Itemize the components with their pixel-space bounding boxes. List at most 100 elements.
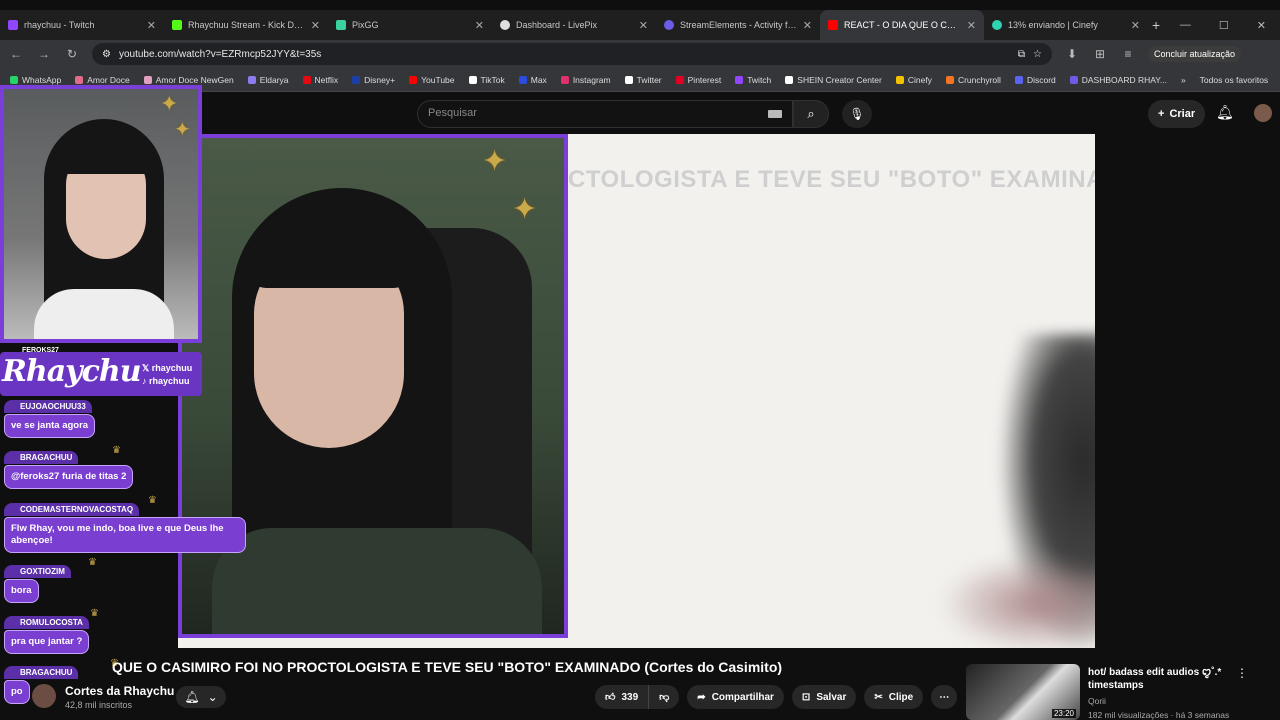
close-icon[interactable]: ✕ [803,19,812,32]
bookmark-favicon-icon [675,75,684,84]
brand-logo: Rhaychu [2,354,142,389]
pixgg-favicon-icon [336,20,346,30]
bookmark-item[interactable]: Twitch [735,75,771,85]
chat-username: BRAGACHUU [4,666,79,679]
chat-username: GOXTIOZIM [4,565,71,578]
install-app-icon[interactable]: ⧉ [1018,49,1025,60]
maximize-icon[interactable]: ☐ [1219,19,1229,32]
search-icon: ⌕ [807,106,815,121]
bookmark-favicon-icon [75,75,84,84]
chat-username: BRAGACHUU [4,451,79,464]
bookmark-item[interactable]: Amor Doce [75,75,130,85]
tiktok-handle: ♪ rhaychuu [142,376,190,386]
bookmark-favicon-icon [735,75,744,84]
bookmark-item[interactable]: WhatsApp [10,75,61,85]
minimize-icon[interactable]: — [1180,19,1191,31]
url-field[interactable]: ⚙ youtube.com/watch?v=EZRmcp52JYY&t=35s … [92,43,1052,65]
save-label: Salvar [816,691,847,703]
bookmark-item[interactable]: Max [518,74,547,85]
more-options-icon[interactable]: ⋮ [1236,666,1248,680]
thumbs-down-icon: 👎︎ [659,692,670,703]
create-button[interactable]: + Criar [1148,100,1206,128]
bookmark-label: Crunchyroll [957,74,1001,85]
channel-name[interactable]: Cortes da Rhaychu [65,684,174,698]
tab-kick[interactable]: Rhaychuu Stream - Kick Dashbo ✕ [164,10,328,40]
tab-livepix[interactable]: Dashboard - LivePix ✕ [492,10,656,40]
notifications-bell-icon[interactable]: 🔔︎ [1216,104,1234,121]
bookmark-favicon-icon [624,75,633,84]
bookmark-label: Discord [1026,74,1056,85]
bookmark-label: Pinterest [687,74,722,85]
bookmarks-overflow-icon[interactable]: » [1181,75,1186,85]
chat-message: CODEMASTERNOVACOSTAQ ♛ Flw Rhay, vou me … [4,495,246,553]
bookmark-item[interactable]: Netflix [302,75,338,85]
download-icon[interactable]: ⬇ [1064,47,1080,61]
channel-avatar[interactable] [32,684,56,708]
close-icon[interactable]: ✕ [475,19,484,32]
reload-icon[interactable]: ↻ [64,47,80,61]
close-icon[interactable]: ✕ [147,19,156,32]
social-handles: 𝕏 rhaychuu ♪ rhaychuu [142,362,192,388]
subscription-bell-button[interactable]: 🔔︎ ⌄ [176,686,226,708]
close-icon[interactable]: ✕ [639,19,648,32]
bookmark-item[interactable]: Cinefy [895,75,932,85]
share-button[interactable]: ➦ Compartilhar [687,685,784,709]
tab-twitch[interactable]: rhaychuu - Twitch ✕ [0,10,164,40]
all-bookmarks-folder[interactable]: Todos os favoritos [1200,75,1269,85]
bookmark-label: Max [530,74,547,85]
star-sticker-icon: ✦ [160,91,179,116]
bookmark-item[interactable]: TikTok [468,75,505,85]
bookmark-item[interactable]: Twitter [624,75,662,85]
bookmark-label: YouTube [421,74,455,85]
bookmark-item[interactable]: Instagram [560,75,611,85]
account-avatar[interactable] [1254,104,1272,122]
chat-text: ve se janta agora [4,414,96,438]
extensions-icon[interactable]: ⊞ [1092,47,1108,61]
recommended-video-channel[interactable]: Qorii [1088,696,1106,706]
like-button[interactable]: 👍︎ 339 [595,685,649,709]
chat-text: bora [4,579,39,603]
voice-search-button[interactable]: 🎙 [842,100,872,128]
microphone-icon: 🎙 [849,107,865,121]
bookmark-item[interactable]: DASHBOARD RHAY... [1069,75,1167,85]
tab-cinefy[interactable]: 13% enviando | Cinefy ✕ [984,10,1148,40]
bookmark-item[interactable]: Crunchyroll [945,74,1001,85]
clip-button[interactable]: ✂ Clipe [864,685,924,709]
recommended-video-title[interactable]: hot/ badass edit audios ꨄ˚.* timestamps [1088,666,1228,692]
site-info-icon[interactable]: ⚙ [102,49,111,60]
twitch-favicon-icon [8,20,18,30]
search-button[interactable]: ⌕ [793,100,829,128]
close-icon[interactable]: ✕ [1131,19,1140,32]
recommended-video-thumbnail[interactable]: 23:20 [966,664,1080,720]
streamer-jacket [212,528,542,634]
keyboard-icon[interactable] [768,110,782,118]
save-button[interactable]: ⊡ Salvar [791,685,857,709]
channel-subscribers: 42,8 mil inscritos [65,700,133,710]
more-actions-button[interactable]: ⋯ [931,685,958,709]
new-tab-icon[interactable]: + [1152,17,1160,33]
bookmark-item[interactable]: SHEIN Creator Center [785,75,882,85]
search-input[interactable]: Pesquisar [417,100,793,128]
forward-icon[interactable]: → [36,47,52,61]
bookmark-item[interactable]: YouTube [409,74,455,85]
bookmark-item[interactable]: Disney+ [352,75,395,85]
back-icon[interactable]: ← [8,47,24,61]
video-title: QUE O CASIMIRO FOI NO PROCTOLOGISTA E TE… [112,659,783,675]
bookmark-item[interactable]: Amor Doce NewGen [143,75,234,85]
dislike-button[interactable]: 👎︎ [648,685,680,709]
tab-pixgg[interactable]: PixGG ✕ [328,10,492,40]
bookmark-item[interactable]: Eldarya [247,75,289,85]
bookmark-item[interactable]: Pinterest [675,74,722,85]
close-icon[interactable]: ✕ [311,19,320,32]
close-icon[interactable]: ✕ [967,19,976,32]
bookmark-star-icon[interactable]: ☆ [1033,49,1042,60]
tab-youtube-active[interactable]: REACT - O DIA QUE O CASIMIR ✕ [820,10,984,40]
crown-icon: ♛ [148,495,157,506]
update-button[interactable]: Concluir atualização [1148,46,1242,62]
bookmark-favicon-icon [143,75,152,84]
bookmark-item[interactable]: Discord [1014,74,1056,85]
tab-streamelements[interactable]: StreamElements - Activity feed ✕ [656,10,820,40]
media-icon[interactable]: ≡ [1120,47,1136,61]
chat-message: EUJOAOCHUU33 ve se janta agora [4,396,96,438]
window-close-icon[interactable]: ✕ [1257,19,1266,32]
